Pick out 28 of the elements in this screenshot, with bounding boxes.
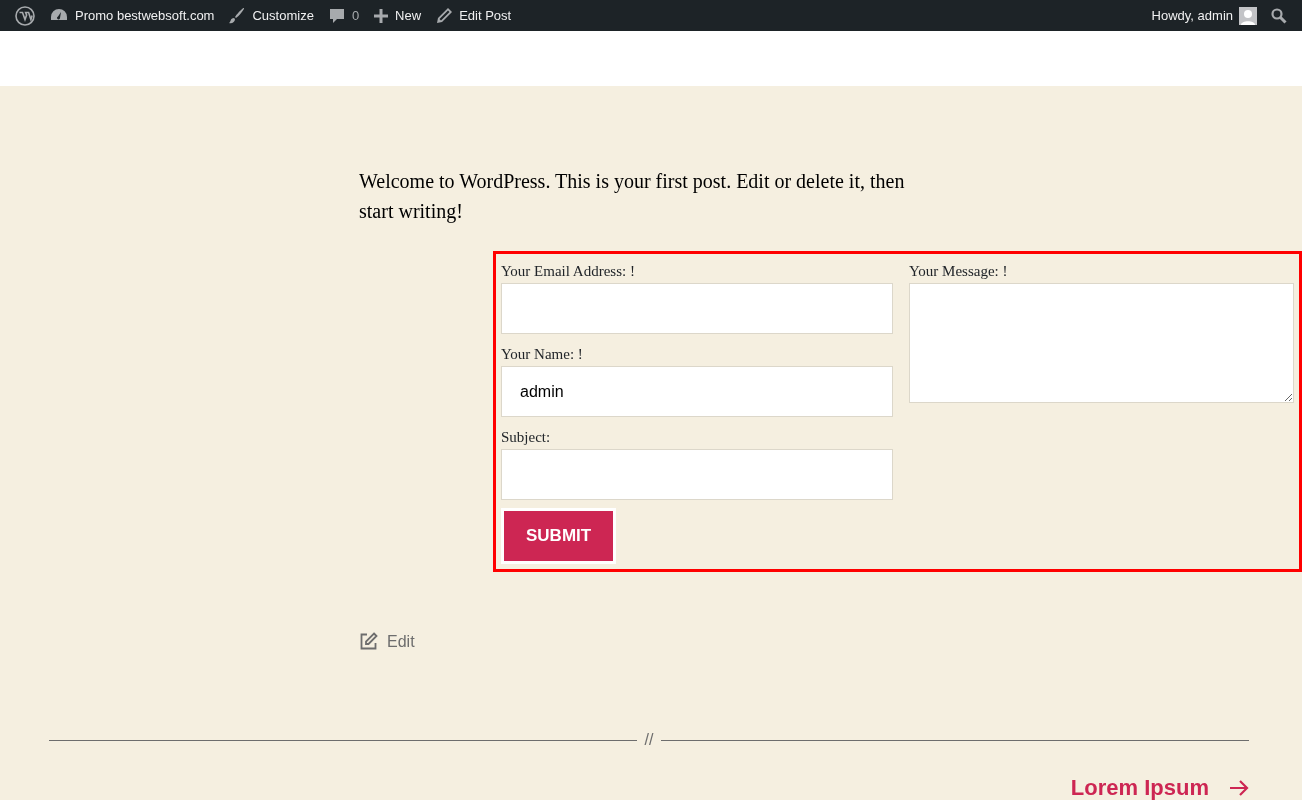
admin-bar-item[interactable]: New: [366, 0, 429, 31]
edit-link[interactable]: Edit: [359, 629, 415, 654]
arrow-right-icon: [1229, 779, 1249, 797]
input-field[interactable]: admin: [501, 366, 893, 417]
input-field[interactable]: [501, 283, 893, 334]
next-post-link[interactable]: Lorem Ipsum: [1070, 776, 1249, 800]
post-text: Welcome to WordPress. This is your first post. Edit or delete it, then start writing!: [359, 169, 906, 225]
input-field[interactable]: [501, 449, 893, 500]
edit-icon: [359, 632, 378, 651]
account-menu[interactable]: Howdy, admin: [1144, 0, 1264, 31]
admin-bar-item[interactable]: Promo bestwebsoft.com: [42, 0, 222, 31]
field-label: Your Message: !: [909, 262, 1008, 281]
field-label: Subject:: [501, 428, 551, 447]
admin-bar-item[interactable]: Customize: [221, 0, 321, 31]
plus-icon: [373, 7, 390, 24]
field-label: Your Name: !: [501, 345, 583, 364]
wordpress-logo-icon: [15, 5, 35, 26]
search-icon: [1271, 7, 1287, 24]
paintbrush-icon: [228, 6, 247, 25]
submit-button[interactable]: SUBMIT: [501, 508, 617, 564]
admin-bar-item[interactable]: Edit Post: [428, 0, 519, 31]
speech-bubble-icon: [327, 6, 346, 25]
field-label: Your Email Address: !: [501, 262, 635, 281]
separator-mark: //: [644, 730, 654, 750]
message-field[interactable]: [909, 283, 1294, 403]
pencil-icon: [435, 6, 454, 25]
admin-bar-item[interactable]: 0: [320, 0, 367, 31]
avatar-icon: [1239, 6, 1257, 25]
